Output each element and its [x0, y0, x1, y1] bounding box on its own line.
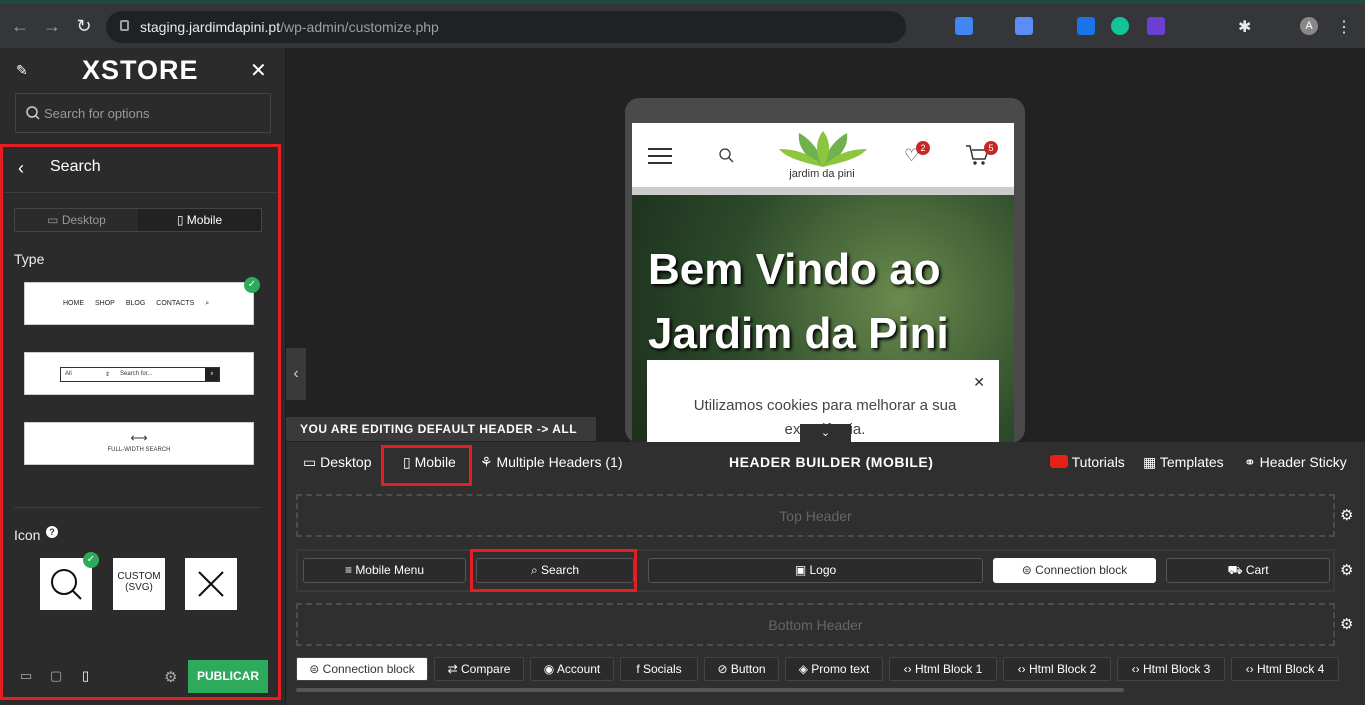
header-sticky-link[interactable]: ⚭ Header Sticky [1244, 454, 1347, 471]
reload-icon[interactable]: ↻ [72, 14, 96, 38]
slot-cart[interactable]: ⛟ Cart [1166, 558, 1330, 583]
element-html-block-3[interactable]: ‹› Html Block 3 [1117, 657, 1225, 681]
forward-arrow-icon[interactable]: → [40, 14, 64, 38]
element-promo-text[interactable]: ◈ Promo text [785, 657, 883, 681]
avatar[interactable]: A [1300, 17, 1318, 35]
grammarly-icon[interactable] [1111, 17, 1129, 35]
lock-icon [120, 20, 129, 31]
xstore-logo: XSTORE [82, 55, 199, 85]
element-compare[interactable]: ⇄ Compare [434, 657, 524, 681]
extension-icon[interactable] [1147, 17, 1165, 35]
slot-logo[interactable]: ▣ Logo [648, 558, 983, 583]
gear-icon[interactable]: ⚙ [1340, 561, 1353, 579]
element-button[interactable]: ⊘ Button [704, 657, 779, 681]
close-icon[interactable]: ✕ [973, 374, 985, 391]
tutorials-link[interactable]: Tutorials [1050, 454, 1125, 470]
element-html-block-4[interactable]: ‹› Html Block 4 [1231, 657, 1339, 681]
close-icon[interactable]: ✕ [250, 58, 267, 83]
element-account[interactable]: ◉ Account [530, 657, 614, 681]
hero-heading: Bem Vindo ao Jardim da Pini [648, 245, 949, 358]
site-logo-text: jardim da pini [789, 168, 855, 180]
bottom-header-row[interactable]: Bottom Header [296, 603, 1335, 646]
multiple-headers-link[interactable]: ⚘ Multiple Headers (1) [480, 454, 623, 471]
url-domain: staging.jardimdapini.pt [140, 19, 281, 35]
gear-icon[interactable]: ⚙ [1340, 506, 1353, 524]
translate-icon[interactable] [1015, 17, 1033, 35]
back-arrow-icon[interactable]: ← [8, 14, 32, 38]
top-header-row[interactable]: Top Header [296, 494, 1335, 537]
builder-title: HEADER BUILDER (MOBILE) [729, 454, 934, 470]
chevron-down-icon[interactable]: ⌄ [800, 424, 851, 442]
element-socials[interactable]: f Socials [620, 657, 698, 681]
highlight-sidebar [0, 144, 281, 700]
collapse-sidebar-button[interactable]: ‹ [286, 348, 306, 400]
search-icon[interactable] [719, 148, 734, 163]
cart-badge: 5 [984, 141, 998, 155]
slot-connection-block[interactable]: ⊜ Connection block [993, 558, 1156, 583]
highlight-mobile-tab [381, 445, 472, 486]
url-path: /wp-admin/customize.php [280, 19, 439, 35]
element-connection-block[interactable]: ⊜ Connection block [296, 657, 428, 681]
search-options-input[interactable]: Search for options [15, 93, 271, 133]
youtube-icon [1050, 455, 1068, 468]
puzzle-icon[interactable]: ✱ [1238, 17, 1256, 36]
element-html-block-1[interactable]: ‹› Html Block 1 [889, 657, 997, 681]
site-logo-icon[interactable] [777, 129, 869, 169]
builder-tab-desktop[interactable]: ▭ Desktop [303, 454, 371, 471]
editing-notice: YOU ARE EDITING DEFAULT HEADER -> ALL SI… [286, 417, 596, 460]
search-icon [26, 106, 40, 120]
browser-toolbar: ← → ↻ staging.jardimdapini.pt/wp-admin/c… [0, 0, 1365, 48]
kebab-menu-icon[interactable]: ⋮ [1336, 17, 1354, 36]
extension-icon[interactable] [1077, 17, 1095, 35]
address-bar[interactable]: staging.jardimdapini.pt/wp-admin/customi… [106, 11, 906, 43]
wishlist-badge: 2 [916, 141, 930, 155]
gear-icon[interactable]: ⚙ [1340, 615, 1353, 633]
search-placeholder: Search for options [44, 106, 150, 121]
extension-icon[interactable] [955, 17, 973, 35]
pin-icon[interactable]: ✎ [16, 62, 30, 78]
horizontal-scrollbar[interactable] [296, 688, 1124, 692]
slot-mobile-menu[interactable]: ≡ Mobile Menu [303, 558, 466, 583]
element-html-block-2[interactable]: ‹› Html Block 2 [1003, 657, 1111, 681]
site-header: jardim da pini ♡ 2 5 [632, 123, 1014, 193]
hamburger-icon[interactable] [648, 148, 672, 150]
highlight-search-slot [470, 549, 637, 592]
templates-link[interactable]: ▦ Templates [1143, 454, 1224, 471]
